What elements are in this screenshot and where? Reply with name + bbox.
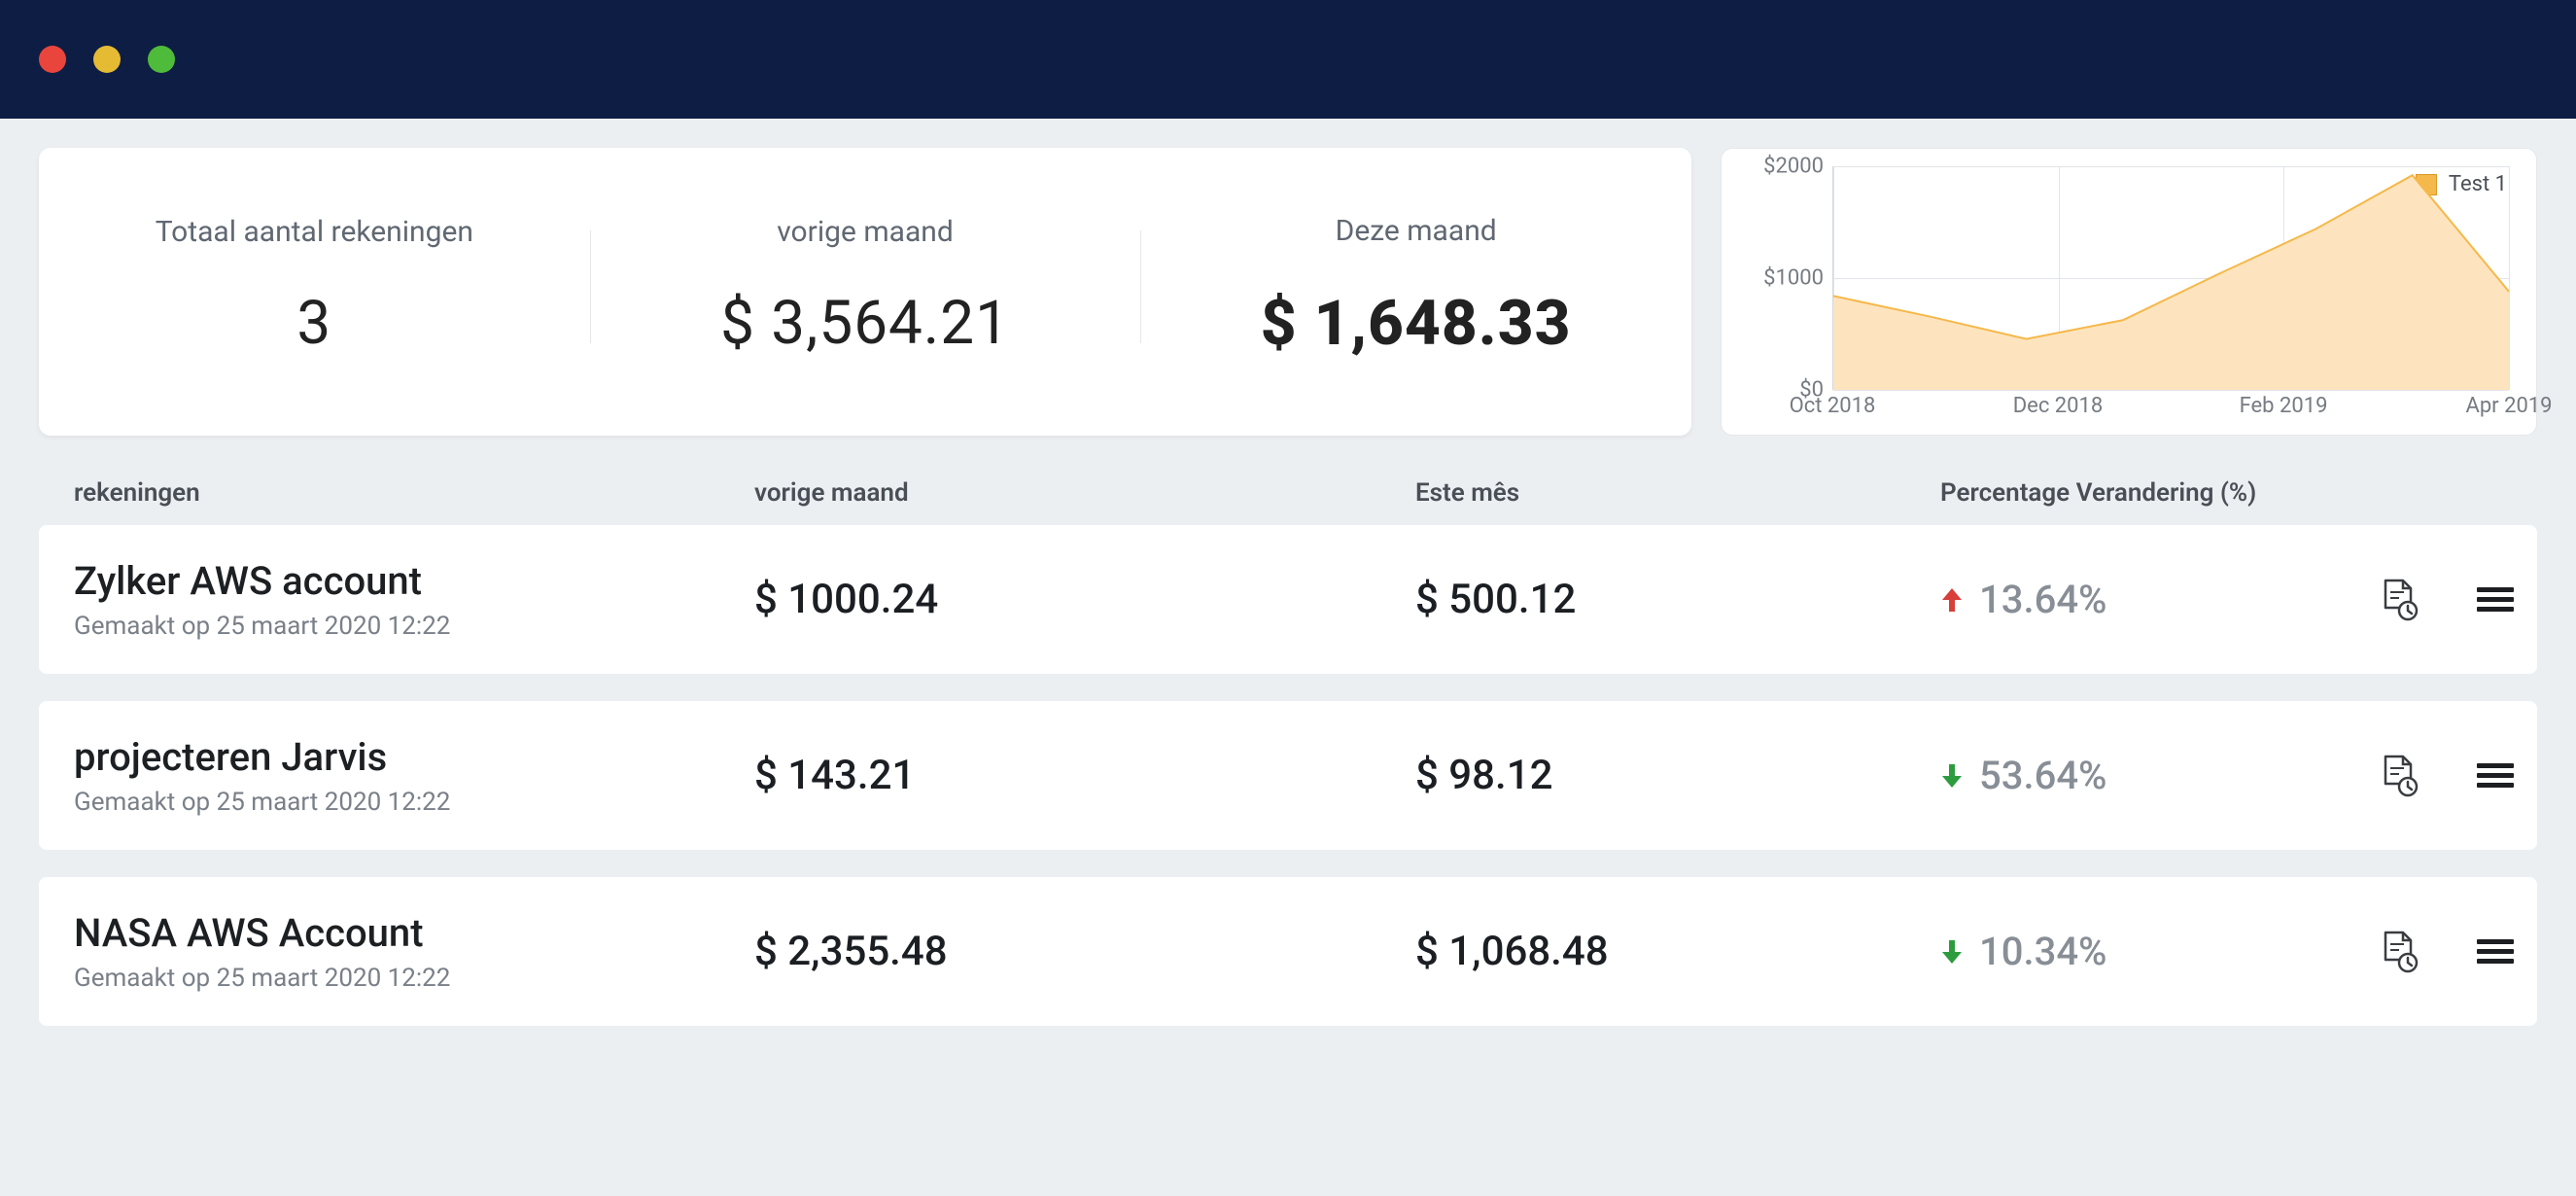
account-created: Gemaakt op 25 maart 2020 12:22 <box>74 964 754 993</box>
table-row[interactable]: NASA AWS Account Gemaakt op 25 maart 2020… <box>39 877 2537 1026</box>
cell-prev: $ 143.21 <box>754 752 1415 799</box>
metric-prev-month: vorige maand $ 3,564.21 <box>590 193 1141 381</box>
cell-pct: 13.64% <box>1940 577 2358 622</box>
pct-change: 10.34% <box>1940 929 2358 974</box>
money-prev: $ 1000.24 <box>754 576 938 623</box>
chart-x-tick: Dec 2018 <box>2013 394 2104 418</box>
pct-change: 13.64% <box>1940 577 2358 622</box>
cell-account: projecteren Jarvis Gemaakt op 25 maart 20… <box>74 734 754 817</box>
dashboard-content: Totaal aantal rekeningen 3 vorige maand … <box>0 119 2576 1082</box>
chart-x-tick: Apr 2019 <box>2465 394 2552 418</box>
col-header-this: Este mês <box>1415 478 1940 508</box>
metric-value: $ 1,648.33 <box>1261 287 1572 360</box>
pct-value: 53.64% <box>1979 753 2107 798</box>
metric-label: Deze maand <box>1336 214 1497 248</box>
chart-x-tick: Feb 2019 <box>2240 394 2328 418</box>
cell-account: NASA AWS Account Gemaakt op 25 maart 2020… <box>74 910 754 993</box>
cell-this: $ 1,068.48 <box>1415 928 1940 975</box>
metric-value: $ 3,564.21 <box>720 288 1010 359</box>
metric-label: Totaal aantal rekeningen <box>156 215 473 249</box>
schedule-report-icon[interactable] <box>2380 931 2419 973</box>
chart-area-svg <box>1833 166 2509 390</box>
metric-label: vorige maand <box>777 215 954 249</box>
chart-y-tick: $1000 <box>1740 266 1824 291</box>
pct-value: 10.34% <box>1979 929 2107 974</box>
window-maximize-icon[interactable] <box>148 46 175 73</box>
cell-prev: $ 1000.24 <box>754 576 1415 623</box>
col-header-actions <box>2358 478 2514 508</box>
arrow-up-icon <box>1940 586 1964 614</box>
cell-actions <box>2358 931 2514 973</box>
cell-pct: 10.34% <box>1940 929 2358 974</box>
account-title: NASA AWS Account <box>74 910 754 956</box>
cell-actions <box>2358 579 2514 621</box>
cell-this: $ 98.12 <box>1415 752 1940 799</box>
money-prev: $ 143.21 <box>754 752 915 799</box>
arrow-down-icon <box>1940 762 1964 790</box>
arrow-down-icon <box>1940 938 1964 966</box>
traffic-lights <box>39 46 175 73</box>
col-header-prev: vorige maand <box>754 478 1415 508</box>
top-row: Totaal aantal rekeningen 3 vorige maand … <box>39 148 2537 436</box>
money-this: $ 98.12 <box>1415 752 1552 799</box>
cell-actions <box>2358 755 2514 797</box>
table-row[interactable]: projecteren Jarvis Gemaakt op 25 maart 20… <box>39 701 2537 850</box>
table-row[interactable]: Zylker AWS account Gemaakt op 25 maart 20… <box>39 525 2537 674</box>
cell-account: Zylker AWS account Gemaakt op 25 maart 20… <box>74 558 754 641</box>
money-this: $ 1,068.48 <box>1415 928 1609 975</box>
cell-pct: 53.64% <box>1940 753 2358 798</box>
pct-value: 13.64% <box>1979 577 2107 622</box>
chart-x-axis: Oct 2018Dec 2018Feb 2019Apr 2019 <box>1832 390 2509 425</box>
window-close-icon[interactable] <box>39 46 66 73</box>
account-title: Zylker AWS account <box>74 558 754 604</box>
chart-gridline <box>2509 166 2510 390</box>
chart-x-tick: Oct 2018 <box>1790 394 1876 418</box>
summary-card: Totaal aantal rekeningen 3 vorige maand … <box>39 148 1691 436</box>
cell-this: $ 500.12 <box>1415 576 1940 623</box>
schedule-report-icon[interactable] <box>2380 579 2419 621</box>
chart-y-tick: $2000 <box>1740 155 1824 179</box>
menu-icon[interactable] <box>2477 579 2514 621</box>
account-created: Gemaakt op 25 maart 2020 12:22 <box>74 612 754 641</box>
window-titlebar <box>0 0 2576 119</box>
table-header: rekeningen vorige maand Este mês Percent… <box>39 436 2537 525</box>
cell-prev: $ 2,355.48 <box>754 928 1415 975</box>
pct-change: 53.64% <box>1940 753 2358 798</box>
col-header-pct: Percentage Verandering (%) <box>1940 478 2358 508</box>
schedule-report-icon[interactable] <box>2380 755 2419 797</box>
account-title: projecteren Jarvis <box>74 734 754 780</box>
chart-card: Test 1 $0$1000$2000 Oct 2018Dec 2018Feb … <box>1721 148 2537 436</box>
metric-total-accounts: Totaal aantal rekeningen 3 <box>39 193 590 381</box>
menu-icon[interactable] <box>2477 755 2514 797</box>
col-header-accounts: rekeningen <box>74 478 754 508</box>
menu-icon[interactable] <box>2477 931 2514 973</box>
metric-value: 3 <box>296 288 331 359</box>
account-created: Gemaakt op 25 maart 2020 12:22 <box>74 788 754 817</box>
money-this: $ 500.12 <box>1415 576 1576 623</box>
money-prev: $ 2,355.48 <box>754 928 948 975</box>
metric-this-month: Deze maand $ 1,648.33 <box>1140 193 1691 381</box>
chart-plot-area: $0$1000$2000 <box>1832 166 2509 390</box>
window-minimize-icon[interactable] <box>93 46 121 73</box>
table-rows: Zylker AWS account Gemaakt op 25 maart 20… <box>39 525 2537 1026</box>
